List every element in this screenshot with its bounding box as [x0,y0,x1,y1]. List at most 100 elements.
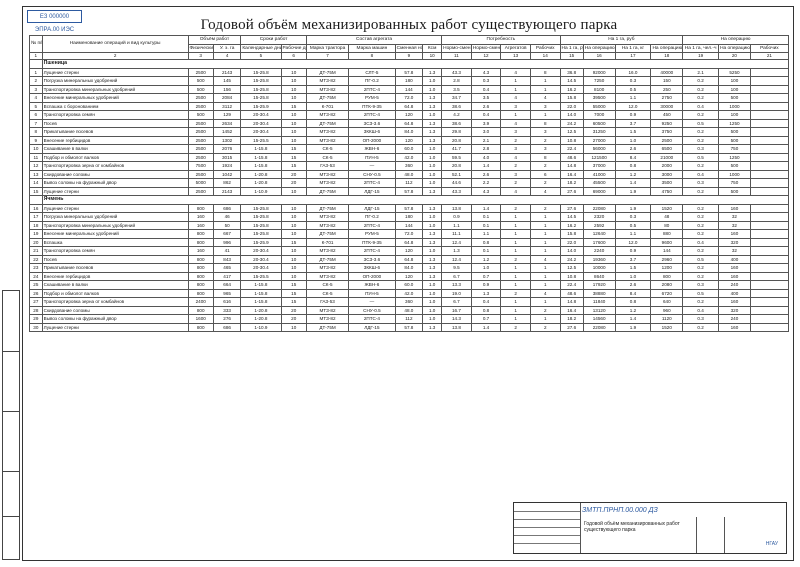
table-cell: ПУН-5 [348,152,396,162]
table-cell: 42.0 [394,288,424,298]
table-cell: 1 [529,84,561,94]
table-cell: 13120 [582,305,616,315]
table-cell: 16.2 [559,84,584,94]
table-cell: 1.0 [422,110,443,120]
table-cell: 7000 [582,110,616,120]
table-cell: 0.1 [470,246,502,256]
column-number: 8 [348,52,396,60]
column-number: 20 [718,52,751,60]
table-cell: 3500 [650,178,684,188]
table-cell: 31250 [582,127,616,137]
table-cell: 2.6 [614,144,652,154]
table-cell-empty [749,127,790,137]
table-cell: 3 [500,144,531,154]
table-cell: 0.2 [682,93,720,103]
row-number: 21 [29,246,43,256]
table-cell: 40000 [650,67,684,77]
table-cell: 686 [212,203,242,213]
section-num-cell [29,59,43,69]
table-cell: — [348,297,396,307]
table-cell: 1 [529,280,561,290]
table-cell: 0.3 [682,280,720,290]
table-cell: 2500 [187,67,214,77]
drawing-sheet: ЕЗ 000000 ЭПРА.00 ИЭС Годовой объём меха… [22,6,794,561]
table-cell: 84.0 [394,263,424,273]
table-cell: ДТ-75М [305,229,350,239]
table-cell: 6.7 [441,271,472,281]
table-cell: 9600 [650,237,684,247]
table-cell: 41 [212,246,242,256]
table-cell: 2500 [650,135,684,145]
table-cell: ГАЗ-53 [305,297,350,307]
table-cell: 10 [280,118,307,128]
operation-name: Погрузка минеральных удобрений [41,212,189,222]
col-extra-header: Рабочих [749,43,790,53]
operation-name: Внесение гербицидов [41,271,189,281]
table-cell: 1-10.9 [240,186,282,196]
table-cell: 4 [500,186,531,196]
table-row: 5 Вспашка с боронованием 2500 3112 15-25.9 15… [29,101,790,111]
table-cell: 1120 [650,314,684,324]
table-cell: 0.2 [682,271,720,281]
table-cell: 27.6 [559,203,584,213]
column-number: 18 [650,52,684,60]
table-cell: 0.5 [614,84,652,94]
table-cell: 2.8 [441,76,472,86]
table-cell: 2634 [212,118,242,128]
table-cell: 500 [187,84,214,94]
table-cell: 2ПТС-4 [348,110,396,120]
table-cell-empty [749,212,790,222]
table-cell: МТЗ-82 [305,305,350,315]
table-cell-empty [749,144,790,154]
table-cell: МТЗ-82 [305,127,350,137]
table-cell: 10.8 [559,271,584,281]
table-cell-empty [749,84,790,94]
table-cell: 120 [394,110,424,120]
table-cell: 3СЗ-3.6 [348,254,396,264]
table-cell: ЖВН-6 [348,144,396,154]
row-number: 1 [29,67,43,77]
table-cell: СК-5 [305,152,350,162]
table-cell: 500 [718,161,751,171]
table-cell-empty [749,237,790,247]
table-cell: 41.7 [441,144,472,154]
table-cell: 965 [212,288,242,298]
table-cell: 8 [529,118,561,128]
table-cell: 0.5 [682,118,720,128]
table-cell: 1.4 [470,161,502,171]
table-cell: 0.4 [470,110,502,120]
row-number: 20 [29,237,43,247]
table-cell: 50 [212,220,242,230]
column-number: 3 [187,52,214,60]
section-header-row: Пшеница [29,59,790,69]
table-cell: ПТК-9-35 [348,101,396,111]
table-cell: 6500 [650,144,684,154]
table-cell: 14.5 [559,212,584,222]
col-e2-header: На операцию [718,43,751,53]
table-cell: 10 [280,203,307,213]
col-num-header: № п/п [29,35,43,53]
row-number: 29 [29,314,43,324]
table-cell: 69000 [582,186,616,196]
table-cell: 1.0 [422,212,443,222]
table-cell: 0.3 [682,178,720,188]
table-cell: 15-25.8 [240,93,282,103]
table-cell: СЛТ-5 [348,67,396,77]
table-cell: 2750 [650,93,684,103]
table-cell: 1.2 [614,169,652,179]
table-cell: 1 [529,314,561,324]
table-cell: 0.5 [682,288,720,298]
table-cell: МТЗ-82 [305,178,350,188]
table-cell: 1.0 [614,135,652,145]
table-cell: 2.2 [470,178,502,188]
table-cell: 1250 [718,118,751,128]
table-cell: 160 [187,220,214,230]
table-row: 11 Подбор и обмолот валков 2500 3015 1-15.8 1… [29,152,790,162]
table-cell: 0.3 [682,144,720,154]
table-cell: 13.3 [441,280,472,290]
table-cell: 4.3 [470,186,502,196]
table-cell: 3.5 [441,84,472,94]
table-cell: ОП-2000 [348,271,396,281]
table-cell: 8.4 [614,288,652,298]
table-cell: 3 [529,144,561,154]
